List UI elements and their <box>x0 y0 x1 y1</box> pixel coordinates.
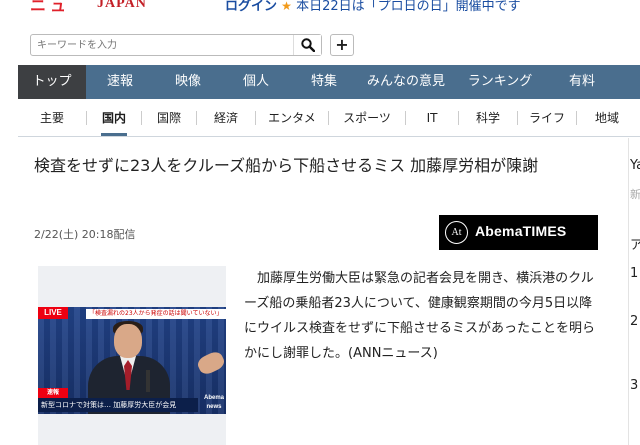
category-main[interactable]: 主要 <box>18 99 86 136</box>
right-sidebar: Ya 新 ア 1 2 3 <box>628 138 640 445</box>
article-date: 2/22(土) 20:18配信 <box>34 228 136 241</box>
article-container: 検査をせずに23人をクルーズ船から下船させるミス 加藤厚労相が陳謝 2/22(土… <box>18 138 612 445</box>
breaking-badge: 速報 <box>38 388 68 398</box>
nav-individual[interactable]: 個人 <box>222 65 290 99</box>
microphone-icon <box>146 370 150 392</box>
site-logo-sub: JAPAN <box>97 0 147 11</box>
sidebar-border <box>628 138 640 445</box>
article-photo[interactable]: LIVE 「検査漏れの23人から発症の話は聞いていない」 速報 新型コロナで対策… <box>38 266 226 445</box>
nav-breaking[interactable]: 速報 <box>86 65 154 99</box>
sidebar-fragment[interactable]: 新 <box>630 186 640 202</box>
primary-nav: トップ 速報 映像 個人 特集 みんなの意見 ランキング 有料 <box>18 65 640 99</box>
category-economy[interactable]: 経済 <box>197 99 255 136</box>
source-logo-text: AbemaTIMES <box>475 223 567 239</box>
category-international[interactable]: 国際 <box>142 99 196 136</box>
category-domestic[interactable]: 国内 <box>87 99 141 136</box>
article-title: 検査をせずに23人をクルーズ船から下船させるミス 加藤厚労相が陳謝 <box>34 156 539 175</box>
sidebar-fragment[interactable]: 2 <box>630 314 638 329</box>
sidebar-fragment[interactable]: 3 <box>630 378 638 393</box>
photo-watermark: Abema news <box>203 395 224 410</box>
nav-paid[interactable]: 有料 <box>546 65 618 99</box>
category-nav: 主要 国内 国際 経済 エンタメ スポーツ IT 科学 ライフ 地域 <box>18 99 640 137</box>
nav-feature[interactable]: 特集 <box>290 65 358 99</box>
category-life[interactable]: ライフ <box>518 99 576 136</box>
nav-video[interactable]: 映像 <box>154 65 222 99</box>
nav-top[interactable]: トップ <box>18 65 86 99</box>
source-logo[interactable]: At AbemaTIMES <box>439 215 598 250</box>
photo-top-caption: 「検査漏れの23人から発症の話は聞いていない」 <box>86 309 226 319</box>
nav-ranking[interactable]: ランキング <box>454 65 546 99</box>
sidebar-fragment[interactable]: 1 <box>630 266 638 281</box>
category-entertainment[interactable]: エンタメ <box>256 99 328 136</box>
abema-logo-icon: At <box>445 221 468 244</box>
search-button[interactable] <box>293 35 321 55</box>
photo-caption: 新型コロナで対策は… 加藤厚労大臣が会見 <box>38 398 198 412</box>
add-button[interactable]: + <box>330 34 354 56</box>
top-strip: ニュ JAPAN ログイン ★ 本日22日は「プロ日の日」開催中です <box>0 0 640 22</box>
search-input[interactable] <box>31 35 293 55</box>
category-science[interactable]: 科学 <box>459 99 517 136</box>
star-icon: ★ <box>281 0 292 13</box>
promo-banner[interactable]: ログイン ★ 本日22日は「プロ日の日」開催中です <box>225 0 521 14</box>
sidebar-fragment[interactable]: Ya <box>630 158 640 173</box>
live-badge: LIVE <box>38 307 68 319</box>
category-it[interactable]: IT <box>406 99 458 136</box>
category-region[interactable]: 地域 <box>577 99 637 136</box>
category-sports[interactable]: スポーツ <box>329 99 405 136</box>
site-logo[interactable]: ニュ <box>30 0 90 15</box>
nav-opinions[interactable]: みんなの意見 <box>358 65 454 99</box>
search-box <box>30 34 322 56</box>
promo-text: 本日22日は「プロ日の日」開催中です <box>296 0 521 14</box>
article-body: 加藤厚生労働大臣は緊急の記者会見を開き、横浜港のクルーズ船の乗船者23人について… <box>244 271 596 361</box>
login-link[interactable]: ログイン <box>225 0 277 14</box>
sidebar-fragment[interactable]: ア <box>630 234 640 253</box>
person-head <box>114 324 142 358</box>
